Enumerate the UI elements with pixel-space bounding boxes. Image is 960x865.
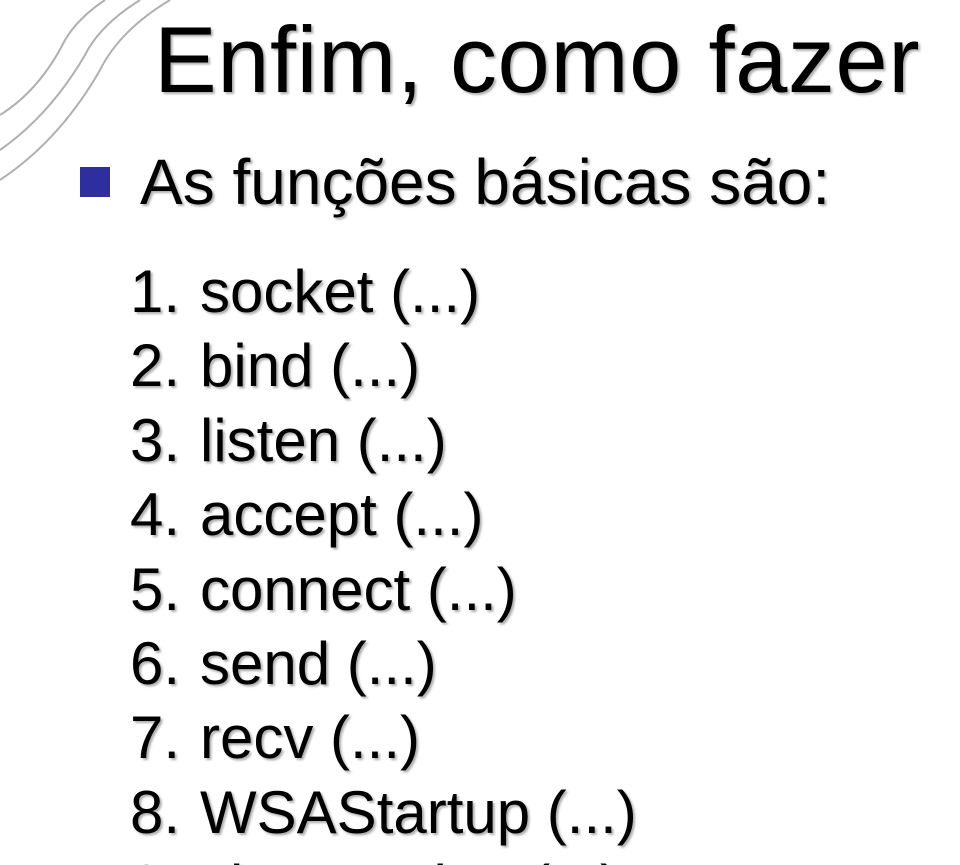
list-item: 1. socket (...) xyxy=(130,255,920,329)
list-item-number: 2. xyxy=(130,329,200,403)
list-item: 6. send (...) xyxy=(130,627,920,701)
list-item-text: closesocket (...) xyxy=(200,850,620,865)
list-item: 5. connect (...) xyxy=(130,553,920,627)
list-item-text: accept (...) xyxy=(200,478,483,552)
list-item: 9. closesocket (...) xyxy=(130,850,920,865)
list-item-number: 1. xyxy=(130,255,200,329)
square-bullet-icon xyxy=(80,167,110,197)
list-item-text: socket (...) xyxy=(200,255,480,329)
list-item: 8. WSAStartup (...) xyxy=(130,776,920,850)
list-item-text: WSAStartup (...) xyxy=(200,776,637,850)
list-item: 3. listen (...) xyxy=(130,404,920,478)
list-item-text: connect (...) xyxy=(200,553,517,627)
page-title: Enfim, como fazer xyxy=(154,6,920,114)
list-item-number: 9. xyxy=(130,850,200,865)
list-item-number: 7. xyxy=(130,701,200,775)
list-item: 2. bind (...) xyxy=(130,329,920,403)
function-list: 1. socket (...) 2. bind (...) 3. listen … xyxy=(130,255,920,865)
subheading-row: As funções básicas são: xyxy=(80,145,920,219)
list-item: 7. recv (...) xyxy=(130,701,920,775)
list-item-number: 6. xyxy=(130,627,200,701)
subheading-text: As funções básicas são: xyxy=(140,145,830,219)
list-item: 4. accept (...) xyxy=(130,478,920,552)
list-item-text: listen (...) xyxy=(200,404,447,478)
list-item-text: send (...) xyxy=(200,627,437,701)
list-item-number: 5. xyxy=(130,553,200,627)
list-item-text: recv (...) xyxy=(200,701,420,775)
list-item-number: 4. xyxy=(130,478,200,552)
list-item-number: 8. xyxy=(130,776,200,850)
slide: Enfim, como fazer As funções básicas são… xyxy=(0,0,960,865)
list-item-text: bind (...) xyxy=(200,329,420,403)
list-item-number: 3. xyxy=(130,404,200,478)
